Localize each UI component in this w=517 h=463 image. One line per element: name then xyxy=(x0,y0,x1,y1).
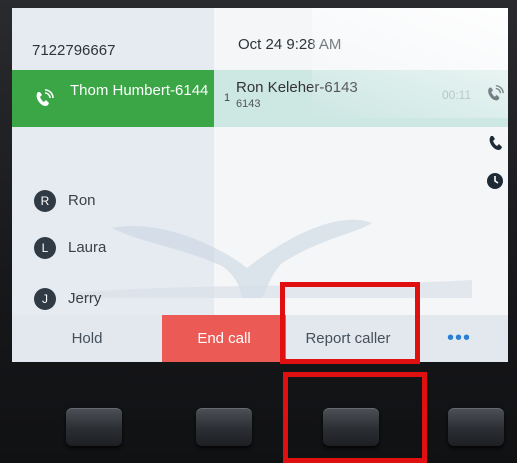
softkey-highlight xyxy=(283,372,427,463)
report-caller-highlight xyxy=(280,282,420,364)
clock-icon[interactable] xyxy=(486,172,504,190)
active-call-row[interactable]: 1 Ron Keleher-6143 6143 00:11 xyxy=(214,70,508,127)
end-call-softkey[interactable]: End call xyxy=(162,315,286,362)
phone-number: 7122796667 xyxy=(32,42,116,59)
hold-softkey[interactable]: Hold xyxy=(12,315,162,362)
hardware-softkey-2[interactable] xyxy=(196,408,252,446)
more-softkey[interactable]: ••• xyxy=(410,315,508,362)
active-line-name: Thom Humbert-6144 xyxy=(70,82,209,99)
handset-ring-icon xyxy=(36,89,54,106)
handset-ring-icon xyxy=(488,85,504,101)
active-line-button[interactable]: Thom Humbert-6144 xyxy=(12,70,214,127)
contact-name: Ron xyxy=(68,192,96,209)
hardware-softkey-1[interactable] xyxy=(66,408,122,446)
contact-name: Jerry xyxy=(68,290,102,307)
contact-avatar: J xyxy=(34,288,56,310)
call-timer: 00:11 xyxy=(442,88,472,102)
contact-name: Laura xyxy=(68,239,107,256)
phone-icon[interactable] xyxy=(487,134,505,152)
caller-extension: 6143 xyxy=(236,98,261,110)
contact-avatar: R xyxy=(34,190,56,212)
contact-avatar: L xyxy=(34,237,56,259)
phone-screen: 7122796667 Oct 24 9:28 AM Thom Humbert-6… xyxy=(12,8,508,362)
call-index: 1 xyxy=(224,92,231,104)
caller-name: Ron Keleher-6143 xyxy=(236,79,358,96)
softkey-bar: Hold End call Report caller ••• xyxy=(12,315,508,362)
hardware-softkey-4[interactable] xyxy=(448,408,504,446)
date-time: Oct 24 9:28 AM xyxy=(238,36,342,53)
